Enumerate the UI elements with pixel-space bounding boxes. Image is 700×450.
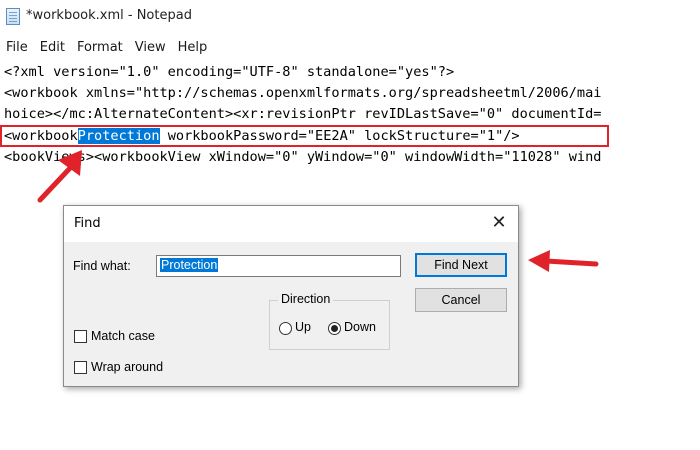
find-dialog: Find ✕ Find what: Protection Find Next C… <box>63 205 519 387</box>
direction-group: Direction Up Down <box>269 292 390 350</box>
code-line: <workbook xmlns="http://schemas.openxmlf… <box>4 85 602 101</box>
direction-down-radio[interactable] <box>328 322 341 335</box>
menu-view[interactable]: View <box>129 38 172 58</box>
match-case-label: Match case <box>91 329 155 343</box>
notepad-icon <box>6 8 20 25</box>
direction-up-label: Up <box>295 320 311 334</box>
wrap-around-label: Wrap around <box>91 360 164 374</box>
cancel-button[interactable]: Cancel <box>415 288 507 312</box>
code-line: hoice></mc:AlternateContent><xr:revision… <box>4 106 602 122</box>
direction-up-radio[interactable] <box>279 322 292 335</box>
menu-file[interactable]: File <box>0 38 34 58</box>
dialog-title: Find <box>74 216 101 231</box>
menu-help[interactable]: Help <box>172 38 214 58</box>
code-line: <bookViews><workbookView xWindow="0" yWi… <box>4 149 602 165</box>
menu-edit[interactable]: Edit <box>34 38 71 58</box>
menu-bar: File Edit Format View Help <box>0 38 213 58</box>
annotation-box <box>0 125 609 147</box>
match-case-checkbox[interactable] <box>74 330 87 343</box>
window-title: *workbook.xml - Notepad <box>26 8 192 23</box>
title-bar: *workbook.xml - Notepad <box>0 0 700 34</box>
find-next-button[interactable]: Find Next <box>415 253 507 277</box>
close-icon[interactable]: ✕ <box>488 212 510 234</box>
dialog-title-bar: Find ✕ <box>64 206 518 242</box>
find-input[interactable]: Protection <box>156 255 401 277</box>
find-input-value: Protection <box>160 258 219 272</box>
wrap-around-checkbox[interactable] <box>74 361 87 374</box>
code-line: <?xml version="1.0" encoding="UTF-8" sta… <box>4 64 455 80</box>
menu-format[interactable]: Format <box>71 38 129 58</box>
direction-label: Direction <box>278 292 334 306</box>
direction-down-label: Down <box>344 320 376 334</box>
find-what-label: Find what: <box>73 259 131 273</box>
